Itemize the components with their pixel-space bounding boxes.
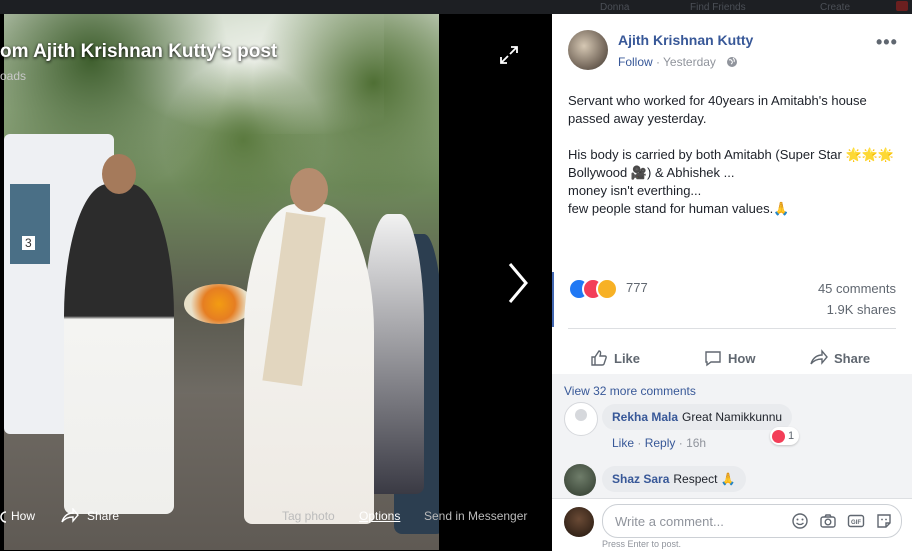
comment-time[interactable]: 16h — [686, 436, 706, 450]
like-button[interactable]: Like — [590, 338, 640, 378]
reaction-count[interactable]: 777 — [626, 280, 648, 295]
panel-scroll-indicator — [552, 272, 554, 327]
post-paragraph-3: money isn't everthing... — [568, 183, 702, 198]
post-paragraph-2: His body is carried by both Amitabh (Sup… — [568, 147, 895, 180]
author-avatar[interactable] — [568, 30, 608, 70]
ambulance-window — [10, 184, 50, 264]
camera-icon[interactable] — [819, 512, 837, 530]
comments-count[interactable]: 45 comments — [818, 281, 896, 296]
sticker-icon[interactable] — [875, 512, 893, 530]
comment-author[interactable]: Rekha Mala — [612, 410, 678, 424]
comment-bubble: Shaz Sara Respect 🙏 — [602, 466, 746, 492]
globe-icon[interactable] — [726, 56, 738, 68]
viewer-subtitle: oads — [0, 69, 27, 83]
comment-input[interactable]: Write a comment... GIF — [602, 504, 902, 538]
more-options-icon[interactable]: ••• — [876, 32, 898, 53]
next-arrow-icon[interactable] — [500, 260, 534, 306]
viewer-how-button[interactable]: How — [11, 509, 35, 523]
comment-composer: Write a comment... GIF Press Enter to po… — [552, 498, 912, 551]
nav-item-profile[interactable]: Donna — [600, 2, 629, 13]
post-actions-bar: Like How Share — [552, 338, 912, 378]
sad-reaction-icon — [596, 278, 618, 300]
comment-author[interactable]: Shaz Sara — [612, 472, 669, 486]
post-details-panel: Ajith Krishnan Kutty Follow · Yesterday … — [552, 14, 912, 551]
photo-person-left — [64, 154, 174, 514]
divider-top — [568, 328, 896, 329]
meta-separator: · — [656, 55, 660, 69]
ambulance-number: 3 — [22, 236, 35, 250]
expand-icon[interactable] — [498, 44, 520, 66]
post-paragraph-1: Servant who worked for 40years in Amitab… — [568, 93, 867, 126]
shares-count[interactable]: 1.9K shares — [827, 302, 896, 317]
post-timestamp[interactable]: Yesterday — [663, 55, 716, 69]
how-button[interactable]: How — [704, 338, 755, 378]
nav-item-find-friends[interactable]: Find Friends — [690, 2, 746, 13]
share-arrow-icon[interactable] — [61, 508, 79, 524]
how-reaction-icon[interactable] — [0, 511, 6, 523]
post-text: Servant who worked for 40years in Amitab… — [568, 92, 904, 218]
share-button[interactable]: Share — [810, 338, 870, 378]
like-label: Like — [614, 350, 641, 366]
photo-person-center — [244, 168, 374, 524]
comment-avatar[interactable] — [564, 464, 596, 496]
gif-icon[interactable]: GIF — [847, 512, 865, 530]
send-in-messenger-button[interactable]: Send in Messenger — [424, 509, 527, 523]
options-button[interactable]: Options — [359, 509, 400, 523]
comment-text: Respect 🙏 — [673, 472, 736, 486]
comment-like-link[interactable]: Like — [612, 436, 634, 450]
comment-bubble: Rekha Mala Great Namikkunnu — [602, 404, 793, 430]
comment-input-placeholder: Write a comment... — [615, 514, 724, 529]
comment-text: Great Namikkunnu — [682, 410, 783, 424]
share-label: Share — [834, 350, 871, 366]
view-more-comments-link[interactable]: View 32 more comments — [564, 384, 696, 398]
comment-avatar[interactable] — [564, 402, 598, 436]
comment-meta: Like · Reply · 16h — [612, 436, 707, 450]
comment-reaction-count: 1 — [788, 430, 795, 442]
comments-section: View 32 more comments Rekha Mala Great Na… — [552, 374, 912, 498]
author-name[interactable]: Ajith Krishnan Kutty — [618, 32, 753, 48]
photo-viewer: 3 om Ajith Krishnan Kutty's post oads Ho… — [0, 14, 552, 550]
post-paragraph-4: few people stand for human values.🙏 — [568, 201, 790, 216]
nav-item-create[interactable]: Create — [820, 2, 850, 13]
viewer-bottom-bar: How Share Tag photo Options Send in Mess… — [0, 506, 552, 530]
comment-icon — [705, 351, 721, 367]
top-navigation-bar: Donna Find Friends Create — [0, 0, 912, 14]
heart-icon — [772, 429, 785, 443]
tag-photo-button[interactable]: Tag photo — [282, 509, 335, 523]
viewer-title: om Ajith Krishnan Kutty's post — [0, 41, 278, 62]
comment-reaction-badge[interactable]: 1 — [770, 427, 800, 445]
comment-hint: Press Enter to post. — [602, 539, 682, 549]
current-user-avatar — [564, 507, 594, 537]
emoji-icon[interactable] — [791, 512, 809, 530]
thumbs-up-icon — [591, 350, 607, 366]
viewer-share-button[interactable]: Share — [87, 509, 119, 523]
follow-button[interactable]: Follow — [618, 55, 653, 69]
notification-badge[interactable] — [896, 1, 908, 11]
post-photo[interactable]: 3 — [4, 14, 439, 550]
share-arrow-icon — [810, 349, 828, 365]
how-label: How — [728, 350, 756, 366]
comment-reply-link[interactable]: Reply — [645, 436, 676, 450]
svg-text:GIF: GIF — [851, 520, 861, 526]
